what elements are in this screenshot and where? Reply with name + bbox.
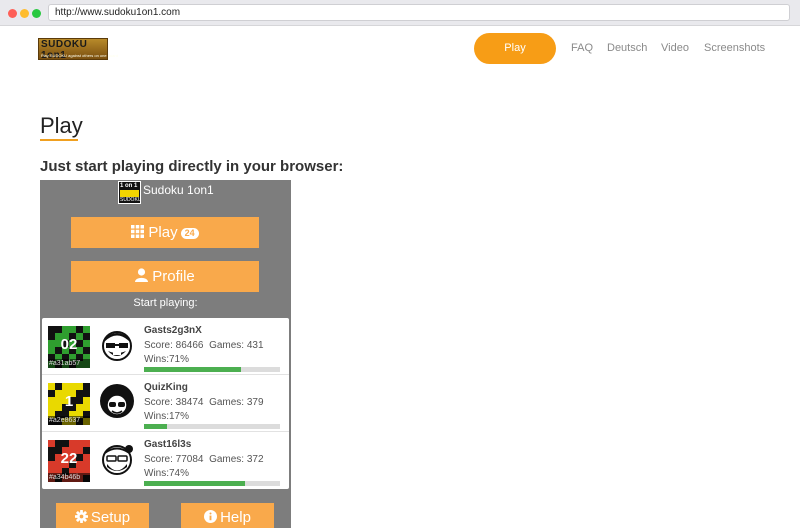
profile-button-label: Profile bbox=[152, 268, 195, 285]
win-rate-bar bbox=[144, 424, 280, 429]
close-window-button[interactable] bbox=[8, 9, 17, 18]
opponent-list: 02 #a31ab57 Gasts2g3nX Score: 86466 Games… bbox=[42, 318, 289, 489]
opponent-wins: Wins:71% bbox=[144, 354, 190, 365]
start-playing-label: Start playing: bbox=[133, 297, 198, 309]
tile-number: 22 bbox=[60, 450, 78, 467]
game-board-thumbnail: 22 #a34b46b bbox=[48, 440, 90, 482]
logo-subtitle: Play SUDOKU against others on one board bbox=[41, 53, 118, 58]
widget-title: Sudoku 1on1 bbox=[143, 183, 214, 197]
avatar-beard-icon bbox=[99, 441, 135, 477]
browser-toolbar: http://www.sudoku1on1.com bbox=[0, 0, 800, 26]
opponent-wins: Wins:17% bbox=[144, 411, 190, 422]
win-rate-bar bbox=[144, 367, 280, 372]
opponent-name: Gast16l3s bbox=[144, 439, 192, 450]
game-widget: 1 on 1 SUDOKU Sudoku 1on1 Play 24 Profile… bbox=[40, 180, 291, 528]
maximize-window-button[interactable] bbox=[32, 9, 41, 18]
title-underline bbox=[40, 139, 78, 141]
profile-button[interactable]: Profile bbox=[71, 261, 259, 292]
app-logo-icon: 1 on 1 SUDOKU bbox=[118, 181, 141, 204]
nav-play-button[interactable]: Play bbox=[474, 33, 556, 64]
game-board-thumbnail: 1 #a2e8637 bbox=[48, 383, 90, 425]
opponent-stats: Score: 86466 Games: 431 bbox=[144, 340, 264, 351]
play-button[interactable]: Play 24 bbox=[71, 217, 259, 248]
nav-link-screenshots[interactable]: Screenshots bbox=[704, 42, 765, 54]
app-logo-bottom-text: SUDOKU bbox=[120, 197, 142, 203]
person-icon bbox=[135, 268, 149, 282]
win-rate-fill bbox=[144, 424, 168, 429]
opponent-stats: Score: 77084 Games: 372 bbox=[144, 454, 264, 465]
info-icon bbox=[204, 510, 218, 523]
minimize-window-button[interactable] bbox=[20, 9, 29, 18]
page-subtitle: Just start playing directly in your brow… bbox=[40, 158, 344, 175]
help-button-label: Help bbox=[220, 509, 251, 526]
tile-id-label: #a34b46b bbox=[48, 473, 90, 482]
grid-icon bbox=[131, 225, 145, 238]
avatar-sunglasses-icon bbox=[99, 327, 135, 363]
win-rate-fill bbox=[144, 481, 245, 486]
nav-link-deutsch[interactable]: Deutsch bbox=[607, 42, 647, 54]
help-button[interactable]: Help bbox=[181, 503, 274, 528]
win-rate-bar bbox=[144, 481, 280, 486]
game-board-thumbnail: 02 #a31ab57 bbox=[48, 326, 90, 368]
avatar-afro-icon bbox=[99, 384, 135, 420]
address-bar[interactable]: http://www.sudoku1on1.com bbox=[48, 4, 790, 21]
tile-id-label: #a2e8637 bbox=[48, 416, 90, 425]
site-logo[interactable]: SUDOKU 1on1 Play SUDOKU against others o… bbox=[38, 38, 118, 61]
gear-icon bbox=[74, 510, 88, 523]
tile-number: 02 bbox=[60, 336, 78, 353]
opponent-row[interactable]: 02 #a31ab57 Gasts2g3nX Score: 86466 Games… bbox=[42, 318, 289, 375]
opponent-row[interactable]: 1 #a2e8637 QuizKing Score: 38474 Games: 3… bbox=[42, 375, 289, 432]
opponent-row[interactable]: 22 #a34b46b Gast16l3s Score: 77084 Games:… bbox=[42, 432, 289, 489]
app-logo-top-text: 1 on 1 bbox=[120, 183, 138, 189]
opponent-wins: Wins:74% bbox=[144, 468, 190, 479]
setup-button[interactable]: Setup bbox=[56, 503, 149, 528]
tile-number: 1 bbox=[64, 393, 74, 410]
play-button-label: Play bbox=[148, 224, 178, 241]
nav-link-video[interactable]: Video bbox=[661, 42, 689, 54]
setup-button-label: Setup bbox=[90, 509, 131, 526]
opponent-name: Gasts2g3nX bbox=[144, 325, 202, 336]
win-rate-fill bbox=[144, 367, 241, 372]
page-title: Play bbox=[40, 113, 83, 138]
tile-id-label: #a31ab57 bbox=[48, 359, 90, 368]
play-count-badge: 24 bbox=[180, 227, 199, 239]
opponent-name: QuizKing bbox=[144, 382, 188, 393]
opponent-stats: Score: 38474 Games: 379 bbox=[144, 397, 264, 408]
nav-link-faq[interactable]: FAQ bbox=[571, 42, 593, 54]
